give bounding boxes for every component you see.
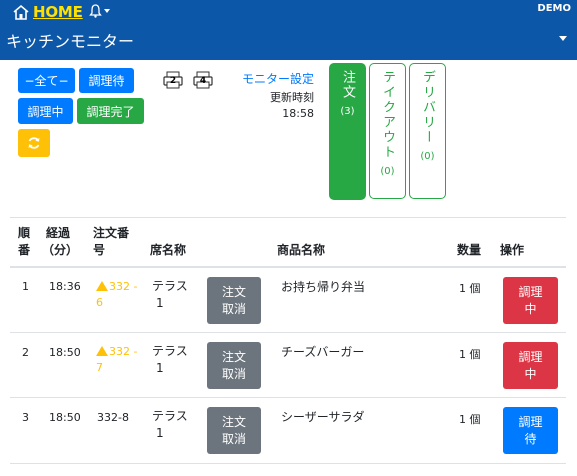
row-number: 2	[22, 346, 29, 359]
seat-name: テラス 1	[152, 344, 188, 375]
chevron-down-icon	[104, 9, 110, 13]
table-top-border	[10, 217, 566, 218]
row-number: 1	[22, 280, 29, 293]
status-cooking-button[interactable]: 調理中	[503, 277, 558, 324]
header-order-number: 注文番 号	[93, 226, 130, 257]
order-number: 332 - 6	[96, 280, 138, 309]
header-elapsed: 経過 （分）	[42, 226, 79, 257]
tab-count: (0)	[380, 166, 395, 177]
update-time-label: 更新時刻	[270, 91, 314, 104]
header-qty: 数量	[457, 243, 482, 257]
order-number: 332 - 7	[96, 345, 138, 374]
row-time: 18:36	[49, 280, 81, 293]
notification-dropdown[interactable]	[89, 4, 110, 18]
home-label[interactable]: HOME	[33, 3, 83, 21]
warning-icon	[96, 346, 108, 356]
order-number: 332-8	[97, 411, 129, 424]
tab-order[interactable]: 注文 (3)	[329, 63, 366, 200]
row-time: 18:50	[49, 411, 81, 424]
quantity: 1 個	[459, 282, 481, 295]
tab-takeout[interactable]: テイクアウト (0)	[369, 63, 406, 199]
quantity: 1 個	[459, 413, 481, 426]
title-dropdown-toggle[interactable]	[559, 36, 567, 41]
app-header: HOME DEMO キッチンモニター	[0, 0, 577, 60]
cancel-order-button[interactable]: 注文 取消	[207, 407, 261, 454]
tab-label: 注文	[340, 70, 355, 100]
row-divider	[10, 463, 566, 464]
warning-icon	[96, 281, 108, 291]
tab-label: テイクアウト	[380, 70, 395, 160]
monitor-settings-link[interactable]: モニター設定	[230, 70, 314, 87]
update-time-value: 18:58	[282, 107, 314, 120]
header-product: 商品名称	[277, 243, 326, 257]
filter-waiting-button[interactable]: 調理待	[79, 68, 134, 93]
header-seat: 席名称	[150, 243, 187, 257]
printer-number: 4	[200, 76, 206, 86]
seat-name: テラス 1	[152, 409, 188, 440]
row-number: 3	[22, 411, 29, 424]
filter-cooking-button[interactable]: 調理中	[18, 98, 73, 124]
status-cooking-button[interactable]: 調理中	[503, 342, 558, 389]
cancel-order-button[interactable]: 注文 取消	[207, 277, 261, 324]
home-icon	[12, 4, 30, 21]
tab-count: (3)	[340, 106, 355, 117]
refresh-button[interactable]	[18, 129, 50, 157]
tab-count: (0)	[420, 151, 435, 162]
tab-label: デリバリー	[420, 70, 435, 145]
tab-delivery[interactable]: デリバリー (0)	[409, 63, 446, 199]
bell-icon[interactable]	[89, 4, 102, 18]
printer-2-button[interactable]: 2	[163, 71, 183, 89]
cancel-order-button[interactable]: 注文 取消	[207, 342, 261, 389]
table-header-border	[10, 266, 566, 268]
product-name: シーザーサラダ	[281, 410, 365, 424]
refresh-icon	[27, 136, 41, 150]
seat-name: テラス 1	[152, 279, 188, 310]
row-divider	[10, 397, 566, 398]
page-title: キッチンモニター	[6, 32, 135, 51]
account-name: DEMO	[537, 3, 571, 14]
header-order-no: 順 番	[18, 226, 31, 257]
status-waiting-button[interactable]: 調理待	[503, 407, 558, 454]
printer-number: 2	[170, 76, 176, 86]
header-action: 操作	[500, 243, 525, 257]
printer-4-button[interactable]: 4	[193, 71, 213, 89]
product-name: お持ち帰り弁当	[281, 280, 366, 294]
row-divider	[10, 332, 566, 333]
quantity: 1 個	[459, 348, 481, 361]
filter-all-button[interactable]: −全て−	[18, 68, 75, 93]
row-time: 18:50	[49, 346, 81, 359]
filter-done-button[interactable]: 調理完了	[77, 98, 144, 124]
home-link[interactable]: HOME	[12, 3, 83, 21]
product-name: チーズバーガー	[281, 345, 365, 359]
